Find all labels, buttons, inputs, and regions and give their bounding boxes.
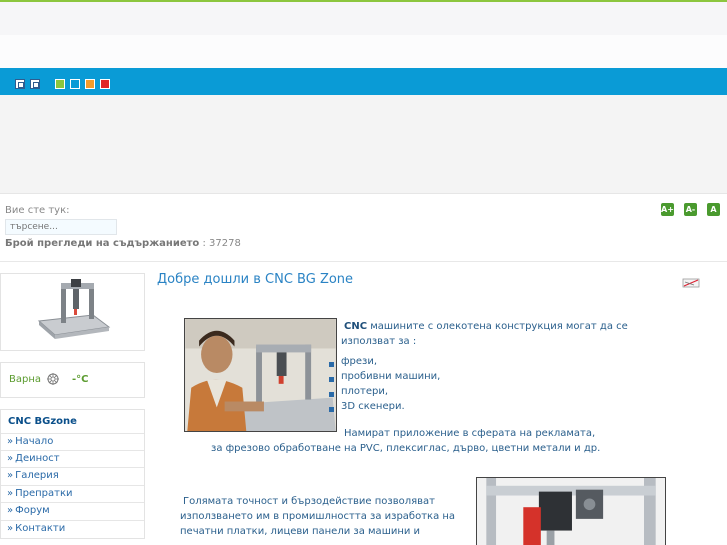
man-with-cnc-machine-photo [184, 318, 337, 432]
menu-item-forum[interactable]: » Форум [1, 502, 144, 519]
color-theme-blue-button[interactable] [70, 79, 80, 89]
cnc-machine-closeup-photo [476, 477, 666, 545]
bullet-marker [329, 392, 334, 397]
color-theme-red-button[interactable] [100, 79, 110, 89]
weather-city: Варна [9, 374, 42, 385]
menu-title: CNC BGzone [8, 416, 77, 427]
menu-item-home[interactable]: » Начало [1, 433, 144, 450]
intro-line-1: CNC машините с олекотена конструкция мог… [344, 321, 628, 332]
bullet-marker [329, 362, 334, 367]
menu-item-activity[interactable]: » Деиност [1, 450, 144, 467]
print-icon[interactable] [682, 277, 700, 288]
application-line-1: Намират приложение в сферата на рекламат… [344, 428, 596, 439]
menu-item-links[interactable]: » Препратки [1, 485, 144, 502]
header-area-lower [0, 35, 727, 68]
use-item: плотери, [341, 386, 389, 397]
paragraph2-line-1: Голямата точност и бързодействие позволя… [183, 496, 435, 507]
banner-area [0, 95, 727, 194]
search-input[interactable] [5, 219, 117, 235]
intro-line-2: използват за : [341, 336, 417, 347]
content-divider [0, 261, 727, 262]
content-views: Брой прегледи на съдържанието : 37278 [5, 238, 241, 249]
use-item: пробивни машини, [341, 371, 441, 382]
bullet-marker [329, 407, 334, 412]
paragraph2-line-2: използването им в промишлността за израб… [180, 511, 456, 522]
menu-item-gallery[interactable]: » Галерия [1, 467, 144, 484]
fluid-width-icon[interactable] [30, 79, 40, 89]
fixed-width-icon[interactable] [15, 79, 25, 89]
weather-temperature: -°C [72, 374, 89, 385]
views-label: Брой прегледи на съдържанието [5, 238, 200, 249]
bullet-marker [329, 377, 334, 382]
header-area [0, 2, 727, 35]
weather-na-icon [47, 373, 59, 385]
breadcrumb: Вие сте тук: [5, 205, 70, 216]
paragraph2-line-3: печатни платки, лицеви панели за машини … [180, 526, 421, 537]
color-theme-orange-button[interactable] [85, 79, 95, 89]
font-increase-button[interactable]: A+ [661, 203, 674, 216]
application-line-2: за фрезово обработване на PVC, плексигла… [211, 443, 601, 454]
font-reset-button[interactable]: A [707, 203, 720, 216]
color-theme-green-button[interactable] [55, 79, 65, 89]
article-title[interactable]: Добре дошли в CNC BG Zone [157, 272, 353, 287]
cnc-machine-image [35, 275, 111, 343]
font-decrease-button[interactable]: A- [684, 203, 697, 216]
views-count: 37278 [209, 238, 241, 249]
menu-item-contacts[interactable]: » Контакти [1, 520, 144, 537]
use-item: фрези, [341, 356, 378, 367]
use-item: 3D скенери. [341, 401, 405, 412]
